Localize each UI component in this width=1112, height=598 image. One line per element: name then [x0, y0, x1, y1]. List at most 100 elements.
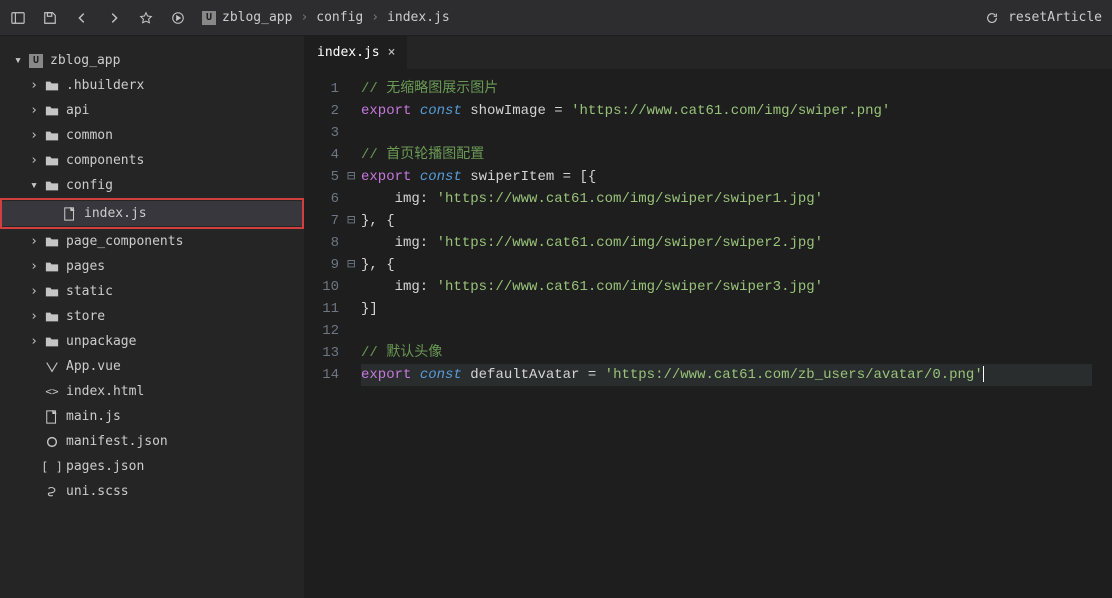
code-area[interactable]: 1234567891011121314 ⊟⊟⊟ // 无缩略图展示图片expor… [305, 70, 1112, 598]
back-icon[interactable] [74, 10, 90, 26]
sidebar-item-label: api [66, 103, 89, 118]
line-number: 3 [305, 122, 339, 144]
sidebar-item-main-js[interactable]: main.js [0, 404, 304, 429]
fold-spacer [347, 320, 361, 342]
run-icon[interactable] [170, 10, 186, 26]
dock-icon[interactable] [10, 10, 26, 26]
forward-icon[interactable] [106, 10, 122, 26]
line-number: 6 [305, 188, 339, 210]
line-number: 1 [305, 78, 339, 100]
line-number: 2 [305, 100, 339, 122]
js-icon [62, 207, 78, 221]
sidebar-item-label: page_components [66, 234, 183, 249]
fold-spacer [347, 232, 361, 254]
fold-toggle-icon[interactable]: ⊟ [347, 210, 361, 232]
sidebar-item-app-vue[interactable]: App.vue [0, 354, 304, 379]
sidebar-item--hbuilderx[interactable]: ›.hbuilderx [0, 73, 304, 98]
sidebar-item-label: pages [66, 259, 105, 274]
vue-icon [44, 360, 60, 374]
js-icon [44, 410, 60, 424]
code-content[interactable]: // 无缩略图展示图片export const showImage = 'htt… [361, 78, 1112, 598]
fold-toggle-icon[interactable]: ⊟ [347, 254, 361, 276]
code-line[interactable]: }, { [361, 254, 1092, 276]
sidebar-item-unpackage[interactable]: ›unpackage [0, 329, 304, 354]
close-icon[interactable]: × [388, 45, 396, 60]
line-number: 4 [305, 144, 339, 166]
code-line[interactable]: // 无缩略图展示图片 [361, 78, 1092, 100]
code-line[interactable]: export const swiperItem = [{ [361, 166, 1092, 188]
breadcrumb-item[interactable]: U zblog_app [202, 10, 292, 25]
code-line[interactable]: export const showImage = 'https://www.ca… [361, 100, 1092, 122]
chevron-right-icon: › [300, 10, 308, 25]
breadcrumb-label: zblog_app [222, 10, 292, 25]
code-line[interactable]: // 首页轮播图配置 [361, 144, 1092, 166]
project-label: zblog_app [50, 53, 120, 68]
star-icon[interactable] [138, 10, 154, 26]
fold-spacer [347, 276, 361, 298]
folder-icon [44, 235, 60, 249]
fold-spacer [347, 342, 361, 364]
fold-gutter: ⊟ ⊟ ⊟ [347, 78, 361, 598]
code-line[interactable]: }] [361, 298, 1092, 320]
toolbar-action-label[interactable]: resetArticle [1008, 10, 1102, 25]
chevron-right-icon: › [28, 153, 40, 168]
line-number: 11 [305, 298, 339, 320]
chevron-right-icon: › [371, 10, 379, 25]
code-line[interactable]: img: 'https://www.cat61.com/img/swiper/s… [361, 188, 1092, 210]
tab-index-js[interactable]: index.js × [305, 36, 408, 69]
fold-toggle-icon[interactable]: ⊟ [347, 166, 361, 188]
line-number: 13 [305, 342, 339, 364]
line-number: 14 [305, 364, 339, 386]
chevron-right-icon: › [28, 309, 40, 324]
code-line[interactable] [361, 122, 1092, 144]
sidebar-item-config[interactable]: ▾config [0, 173, 304, 198]
sidebar-item-pages[interactable]: ›pages [0, 254, 304, 279]
sidebar-item-components[interactable]: ›components [0, 148, 304, 173]
line-number: 5 [305, 166, 339, 188]
sidebar-item-pages-json[interactable]: [ ]pages.json [0, 454, 304, 479]
project-icon: U [28, 54, 44, 68]
code-line[interactable]: export const defaultAvatar = 'https://ww… [361, 364, 1092, 386]
sidebar-item-manifest-json[interactable]: manifest.json [0, 429, 304, 454]
sidebar-item-label: config [66, 178, 113, 193]
sidebar-item-index-html[interactable]: <>index.html [0, 379, 304, 404]
folder-icon [44, 79, 60, 93]
chevron-down-icon: ▾ [12, 53, 24, 68]
breadcrumb: U zblog_app › config › index.js [202, 10, 450, 25]
sidebar-item-label: common [66, 128, 113, 143]
scss-icon [44, 485, 60, 499]
code-line[interactable] [361, 320, 1092, 342]
editor: index.js × 1234567891011121314 ⊟⊟⊟ // 无缩… [305, 36, 1112, 598]
code-line[interactable]: img: 'https://www.cat61.com/img/swiper/s… [361, 276, 1092, 298]
chevron-right-icon: › [28, 128, 40, 143]
sidebar-item-static[interactable]: ›static [0, 279, 304, 304]
sidebar-item-index-js[interactable]: index.js [2, 201, 302, 226]
tab-label: index.js [317, 45, 380, 60]
sidebar: ▾Uzblog_app›.hbuilderx›api›common›compon… [0, 36, 305, 598]
sidebar-item-store[interactable]: ›store [0, 304, 304, 329]
breadcrumb-item[interactable]: index.js [387, 10, 450, 25]
folder-icon [44, 335, 60, 349]
refresh-icon[interactable] [984, 10, 1000, 26]
folder-icon [44, 260, 60, 274]
line-number: 7 [305, 210, 339, 232]
code-line[interactable]: }, { [361, 210, 1092, 232]
code-line[interactable]: // 默认头像 [361, 342, 1092, 364]
sidebar-item-page-components[interactable]: ›page_components [0, 229, 304, 254]
save-icon[interactable] [42, 10, 58, 26]
sidebar-item-label: static [66, 284, 113, 299]
sidebar-project-root[interactable]: ▾ Uzblog_app [0, 48, 304, 73]
folder-icon [44, 179, 60, 193]
sidebar-item-common[interactable]: › common [0, 123, 304, 148]
sidebar-item-label: App.vue [66, 359, 121, 374]
breadcrumb-item[interactable]: config [316, 10, 363, 25]
sidebar-item-uni-scss[interactable]: uni.scss [0, 479, 304, 504]
sidebar-item-label: uni.scss [66, 484, 129, 499]
sidebar-item-label: pages.json [66, 459, 144, 474]
sidebar-item-label: main.js [66, 409, 121, 424]
sidebar-item-api[interactable]: ›api [0, 98, 304, 123]
fold-spacer [347, 188, 361, 210]
html-icon: <> [44, 385, 60, 398]
code-line[interactable]: img: 'https://www.cat61.com/img/swiper/s… [361, 232, 1092, 254]
folder-icon [44, 129, 60, 143]
